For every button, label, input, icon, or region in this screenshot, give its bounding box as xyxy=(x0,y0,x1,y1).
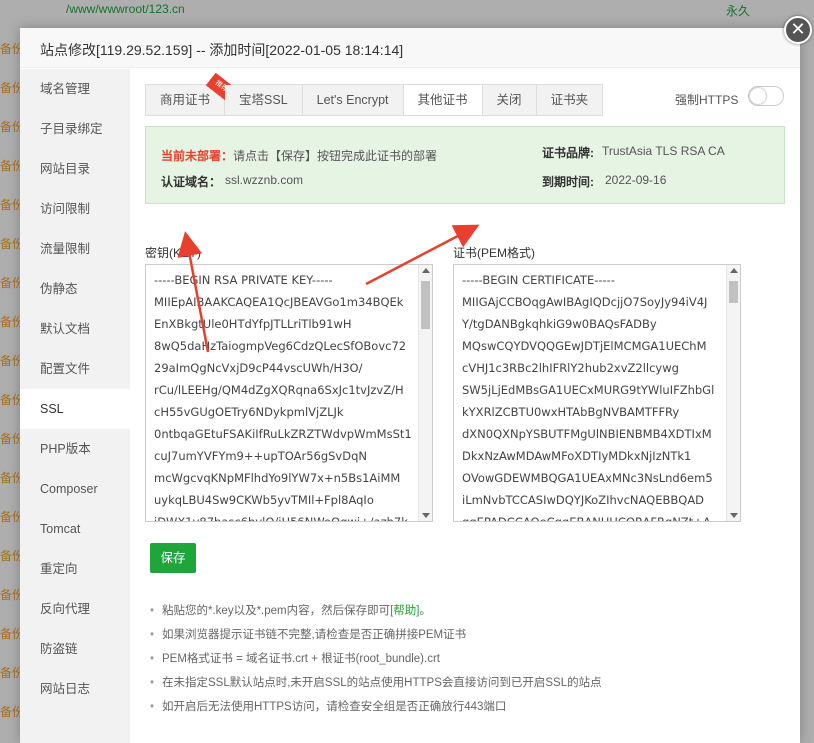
cert-label: 证书(PEM格式) xyxy=(453,246,535,260)
key-content: -----BEGIN RSA PRIVATE KEY----- MIIEpAIBA… xyxy=(154,269,416,522)
site-settings-modal: 站点修改[119.29.52.159] -- 添加时间[2022-01-05 1… xyxy=(20,28,800,743)
tab-cert-folder[interactable]: 证书夹 xyxy=(536,85,604,115)
sidebar-item-rewrite[interactable]: 伪静态 xyxy=(20,269,130,309)
deploy-status-label: 当前未部署： xyxy=(161,149,234,163)
key-scrollbar[interactable] xyxy=(418,265,432,521)
text-line: DkxNzAwMDAwMFoXDTIyMDkxNjIzNTk1 xyxy=(462,449,692,463)
save-button[interactable]: 保存 xyxy=(150,543,196,573)
sidebar: 域名管理 子目录绑定 网站目录 访问限制 流量限制 伪静态 默认文档 配置文件 … xyxy=(20,69,130,743)
tab-commercial-cert[interactable]: 商用证书 推荐 xyxy=(146,72,237,115)
cert-status-box: 当前未部署： 请点击【保存】按钮完成此证书的部署 认证域名： ssl.wzznb… xyxy=(145,126,785,204)
sidebar-item-site-directory[interactable]: 网站目录 xyxy=(20,149,130,189)
note-item: 如果浏览器提示证书链不完整,请检查是否正确拼接PEM证书 xyxy=(148,623,778,647)
close-icon[interactable]: ✕ xyxy=(784,16,812,44)
scroll-down-icon[interactable] xyxy=(730,513,738,518)
expire-value: 2022-09-16 xyxy=(605,173,667,187)
tab-label: 商用证书 xyxy=(160,93,211,107)
sidebar-item-php-version[interactable]: PHP版本 xyxy=(20,429,130,469)
sidebar-item-traffic-limit[interactable]: 流量限制 xyxy=(20,229,130,269)
text-line: -----BEGIN CERTIFICATE----- xyxy=(462,273,615,287)
deploy-status-text: 请点击【保存】按钮完成此证书的部署 xyxy=(233,149,438,163)
sidebar-item-hotlink[interactable]: 防盗链 xyxy=(20,629,130,669)
scroll-up-icon[interactable] xyxy=(422,268,430,273)
cert-textarea[interactable]: -----BEGIN CERTIFICATE----- MIIGAjCCBOqgA… xyxy=(453,264,741,522)
text-line: kYXRlZCBTU0wxHTAbBgNVBAMTFFRy xyxy=(462,405,680,419)
sidebar-item-redirect[interactable]: 重定向 xyxy=(20,549,130,589)
text-line: MIIEpAIBAAKCAQEA1QcJBEAVGo1m34BQEk xyxy=(154,295,404,309)
domain-label: 认证域名： xyxy=(161,175,222,189)
expire-label: 到期时间: xyxy=(542,175,594,189)
text-line: 0ntbqaGEtuFSAKiIfRuLkZRZTWdvpWmMsSt1 xyxy=(154,427,412,441)
domain-value: ssl.wzznb.com xyxy=(225,173,304,187)
tab-other-cert[interactable]: 其他证书 xyxy=(403,85,483,115)
sidebar-item-subdirectory[interactable]: 子目录绑定 xyxy=(20,109,130,149)
text-line: dXN0QXNpYSBUTFMgUlNBIENBMB4XDTIxM xyxy=(462,427,712,441)
text-line: cVHJ1c3RBc2lhIFRlY2hub2xvZ2llcywg xyxy=(462,361,679,375)
scroll-thumb[interactable] xyxy=(729,281,738,303)
sidebar-item-domain[interactable]: 域名管理 xyxy=(20,69,130,109)
text-line: iDWX1v87basc6hvlO/iH56NWoQqwj+/azh7k xyxy=(154,515,408,522)
brand-label: 证书品牌: xyxy=(542,146,594,160)
sidebar-item-site-log[interactable]: 网站日志 xyxy=(20,669,130,709)
key-textarea[interactable]: -----BEGIN RSA PRIVATE KEY----- MIIEpAIBA… xyxy=(145,264,433,522)
note-item: 粘贴您的*.key以及*.pem内容，然后保存即可[帮助]。 xyxy=(148,599,778,623)
force-https-toggle[interactable] xyxy=(748,86,784,106)
text-line: cuJ7umYVFYm9++upTOAr56gSvDqN xyxy=(154,449,367,463)
sidebar-item-ssl[interactable]: SSL xyxy=(20,389,130,429)
cert-scrollbar[interactable] xyxy=(726,265,740,521)
tab-baota-ssl[interactable]: 宝塔SSL xyxy=(225,85,303,115)
sidebar-item-reverse-proxy[interactable]: 反向代理 xyxy=(20,589,130,629)
key-label: 密钥(KEY) xyxy=(145,246,202,260)
modal-title: 站点修改[119.29.52.159] -- 添加时间[2022-01-05 1… xyxy=(20,28,800,68)
text-line: 8wQ5daHzTaiogmpVeg6CdzQLecSfOBovc72 xyxy=(154,339,407,353)
tab-close[interactable]: 关闭 xyxy=(482,85,537,115)
text-line: OVowGDEWMBQGA1UEAxMNc3NsLnd6em5 xyxy=(462,471,713,485)
note-item: 如开启后无法使用HTTPS访问，请检查安全组是否正确放行443端口 xyxy=(148,695,778,719)
text-line: SW5jLjEdMBsGA1UECxMURG9tYWluIFZhbGl xyxy=(462,383,715,397)
text-line: 29aImQgNcVxjD9cP44vscUWh/H3O/ xyxy=(154,361,363,375)
cert-content: -----BEGIN CERTIFICATE----- MIIGAjCCBOqgA… xyxy=(462,269,724,522)
text-line: rCu/lLEEHg/QM4dZgXQRqna6SxJc1tvJzvZ/H xyxy=(154,383,404,397)
text-line: MQswCQYDVQQGEwJDTjElMCMGA1UEChM xyxy=(462,339,707,353)
text-line: ggEPADCCAQoCggEBANUHCORAFRgNZt+A xyxy=(462,515,711,522)
text-line: uykqLBU4Sw9CKWb5yvTMIl+Fpl8AqIo xyxy=(154,493,374,507)
note-item: 在未指定SSL默认站点时,未开启SSL的站点使用HTTPS会直接访问到已开启SS… xyxy=(148,671,778,695)
sidebar-item-composer[interactable]: Composer xyxy=(20,469,130,509)
force-https-label: 强制HTTPS xyxy=(675,93,739,107)
sidebar-item-tomcat[interactable]: Tomcat xyxy=(20,509,130,549)
ssl-tabs: 商用证书 推荐 宝塔SSL Let's Encrypt 其他证书 关闭 证书夹 xyxy=(145,72,604,116)
brand-value: TrustAsia TLS RSA CA xyxy=(602,144,725,158)
text-line: mcWgcvqKNpMFlhdYo9lYW7x+n5Bs1AiMM xyxy=(154,471,401,485)
scroll-thumb[interactable] xyxy=(421,281,430,329)
text-line: cH55vGUgOETry6NDykpmlVjZLJk xyxy=(154,405,344,419)
sidebar-item-default-doc[interactable]: 默认文档 xyxy=(20,309,130,349)
help-link[interactable]: [帮助] xyxy=(390,605,419,617)
text-line: -----BEGIN RSA PRIVATE KEY----- xyxy=(154,273,333,287)
text-line: EnXBkgtUle0HTdYfpJTLLriTlb91wH xyxy=(154,317,352,331)
text-line: Y/tgDANBgkqhkiG9w0BAQsFADBy xyxy=(462,317,657,331)
text-line: iLmNvbTCCASIwDQYJKoZIhvcNAQEBBQAD xyxy=(462,493,705,507)
scroll-down-icon[interactable] xyxy=(422,513,430,518)
tab-lets-encrypt[interactable]: Let's Encrypt xyxy=(302,85,404,115)
sidebar-item-access-limit[interactable]: 访问限制 xyxy=(20,189,130,229)
scroll-up-icon[interactable] xyxy=(730,268,738,273)
sidebar-item-config-file[interactable]: 配置文件 xyxy=(20,349,130,389)
toggle-knob xyxy=(750,88,766,104)
text-line: MIIGAjCCBOqgAwIBAgIQDcjjO7SoyJy94iV4J xyxy=(462,295,708,309)
help-notes: 粘贴您的*.key以及*.pem内容，然后保存即可[帮助]。 如果浏览器提示证书… xyxy=(148,599,778,719)
note-item: PEM格式证书 = 域名证书.crt + 根证书(root_bundle).cr… xyxy=(148,647,778,671)
ssl-panel: 商用证书 推荐 宝塔SSL Let's Encrypt 其他证书 关闭 证书夹 … xyxy=(130,69,800,743)
